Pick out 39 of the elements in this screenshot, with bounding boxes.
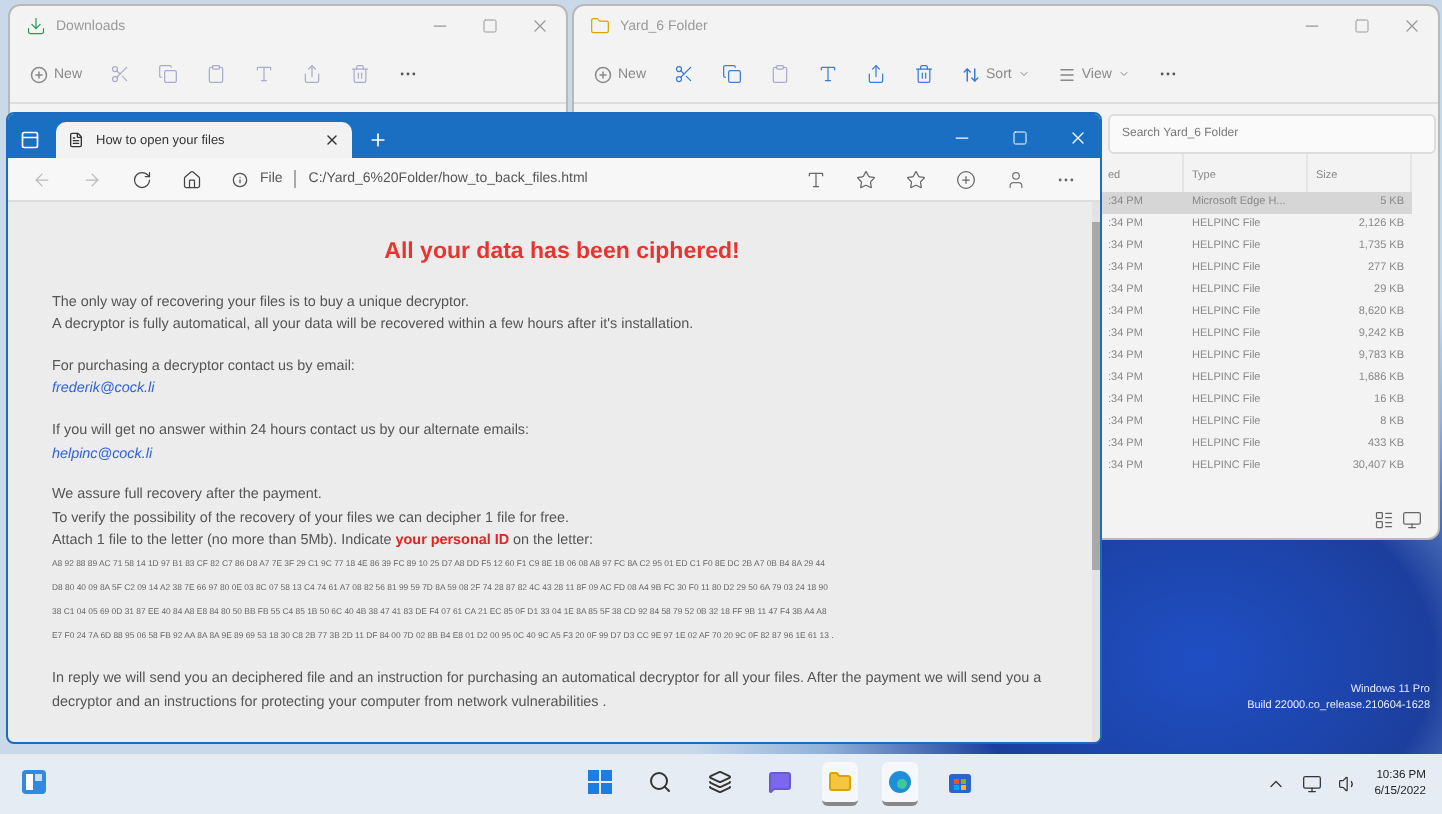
details-view-icon[interactable] <box>1374 510 1394 530</box>
tiles-view-icon[interactable] <box>1402 510 1422 530</box>
home-icon[interactable] <box>182 169 202 189</box>
plus-circle-icon <box>30 65 48 83</box>
favorite-icon[interactable] <box>856 169 876 189</box>
close-tab-icon[interactable] <box>324 132 340 148</box>
sort-icon <box>962 65 981 83</box>
plus-circle-icon <box>594 65 612 83</box>
maximize-icon[interactable] <box>482 18 498 34</box>
share-icon[interactable] <box>866 64 887 84</box>
close-icon[interactable] <box>1068 128 1088 148</box>
delete-icon[interactable] <box>350 64 371 84</box>
profile-icon[interactable] <box>1006 169 1026 189</box>
maximize-icon[interactable] <box>1354 18 1370 34</box>
volume-icon[interactable] <box>1338 774 1359 794</box>
copy-icon[interactable] <box>722 64 743 84</box>
caret-icon <box>1117 68 1130 80</box>
delete-icon[interactable] <box>914 64 935 84</box>
close-icon[interactable] <box>530 16 550 36</box>
tab-actions-icon[interactable] <box>20 130 40 150</box>
page-icon <box>68 132 84 148</box>
copy-icon[interactable] <box>158 64 179 84</box>
info-icon <box>232 171 248 187</box>
folder-icon <box>590 16 610 36</box>
cut-icon[interactable] <box>674 64 695 84</box>
cut-icon[interactable] <box>110 64 131 84</box>
refresh-icon[interactable] <box>132 169 152 189</box>
page-heading: All your data has been ciphered! <box>382 242 742 266</box>
new-tab-icon[interactable] <box>368 130 388 150</box>
close-icon[interactable] <box>1402 16 1422 36</box>
folder-icon[interactable] <box>822 762 858 806</box>
caret-icon <box>1017 68 1030 80</box>
share-icon[interactable] <box>302 64 323 84</box>
scrollbar[interactable] <box>1092 202 1100 742</box>
lines-icon <box>1057 65 1076 83</box>
download-icon <box>26 16 46 36</box>
paste-icon[interactable] <box>206 64 227 84</box>
paste-icon[interactable] <box>770 64 791 84</box>
favorites-icon[interactable] <box>906 169 926 189</box>
